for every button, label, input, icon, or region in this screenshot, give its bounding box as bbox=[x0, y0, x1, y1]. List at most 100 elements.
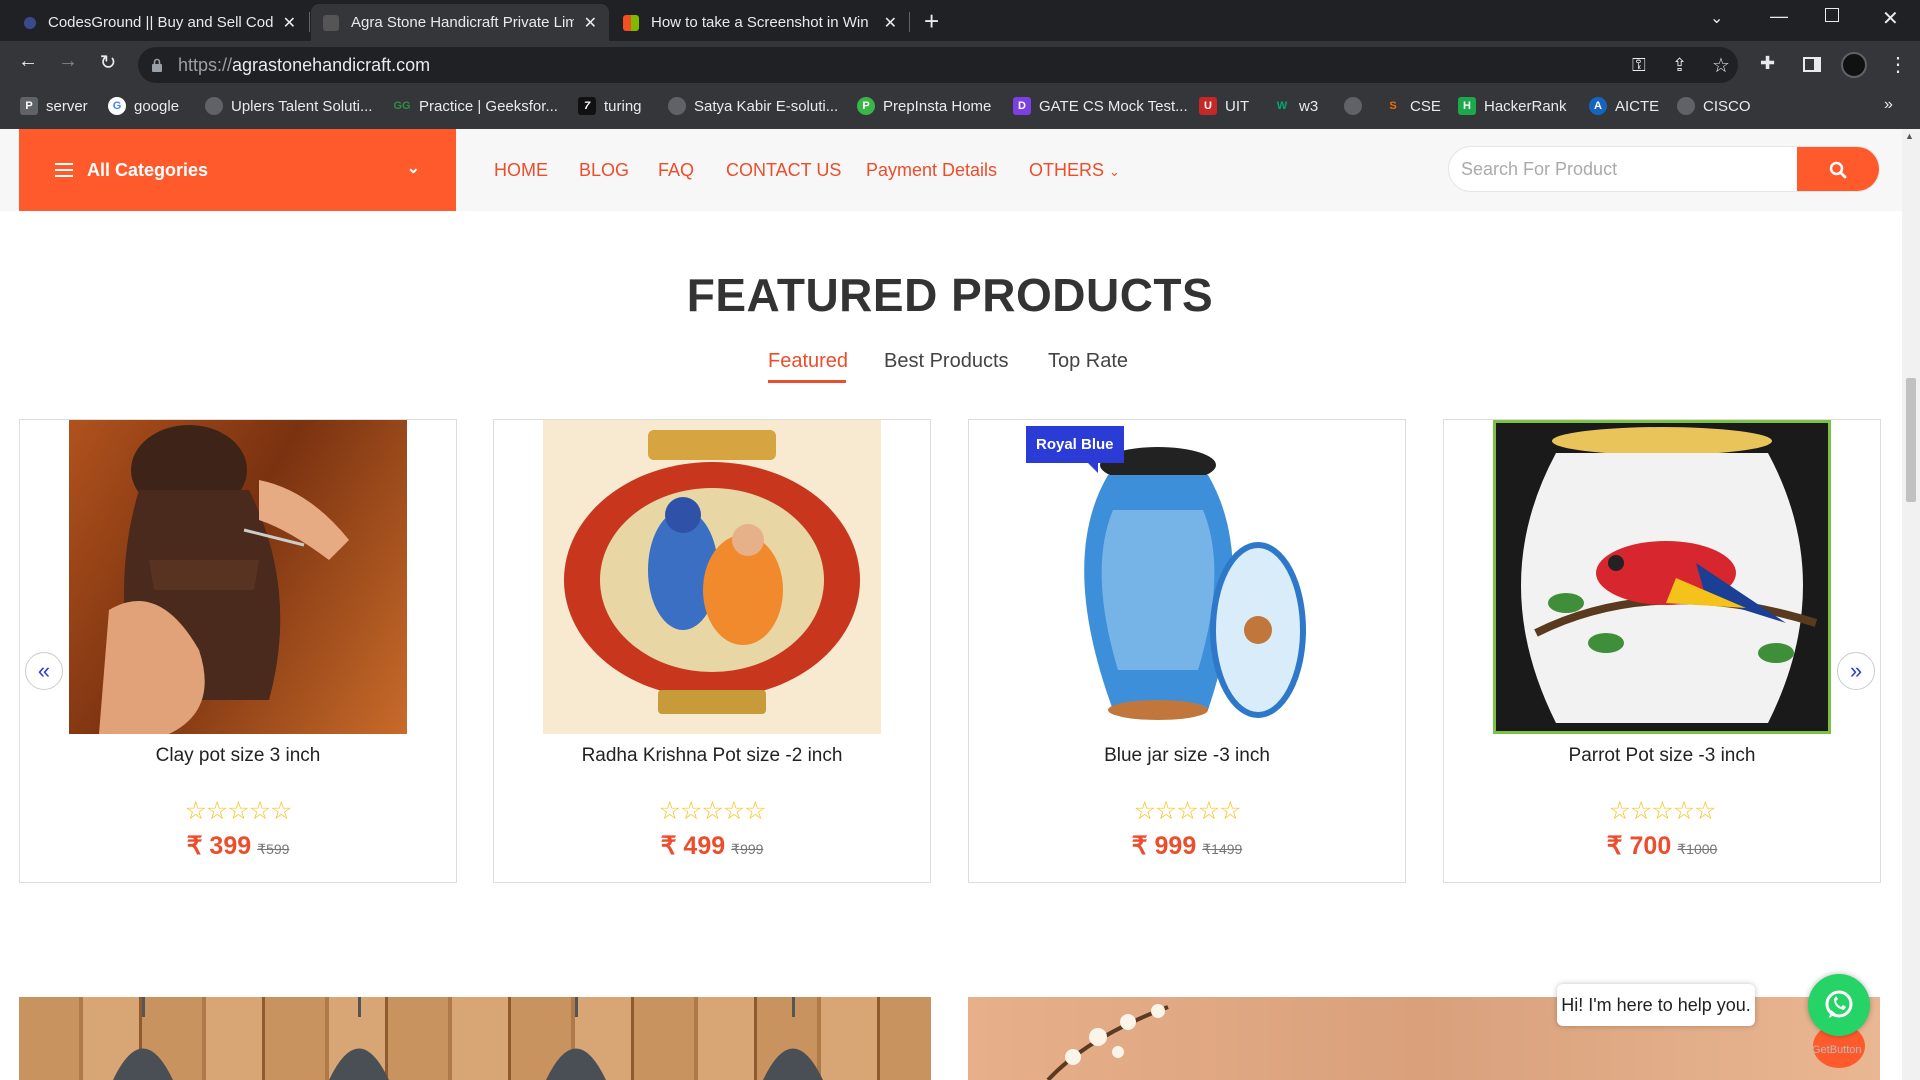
product-card-parrot-pot[interactable]: Parrot Pot size -3 inch ☆☆☆☆☆ ₹ 700 ₹1000 bbox=[1443, 419, 1881, 883]
maximize-icon[interactable] bbox=[1825, 8, 1839, 22]
bookmark-satya-kabir[interactable]: Satya Kabir E-soluti... bbox=[668, 97, 838, 115]
reload-icon[interactable]: ↻ bbox=[94, 50, 122, 75]
bookmark-google[interactable]: Ggoogle bbox=[108, 97, 179, 115]
browser-tab-codesground[interactable]: CodesGround || Buy and Sell Cod ✕ bbox=[8, 4, 308, 41]
bookmark-cisco[interactable]: CISCO bbox=[1677, 97, 1751, 115]
share-icon[interactable]: ⇪ bbox=[1672, 55, 1687, 76]
back-icon[interactable]: ← bbox=[14, 50, 42, 73]
bookmark-gate-mock[interactable]: D GATE CS Mock Test... bbox=[1013, 97, 1188, 115]
nav-blog[interactable]: BLOG bbox=[579, 160, 629, 181]
browser-tab-screenshot[interactable]: How to take a Screenshot in Win ✕ bbox=[611, 4, 909, 41]
bookmark-label: Satya Kabir E-soluti... bbox=[694, 97, 839, 115]
search-button[interactable] bbox=[1797, 147, 1879, 191]
tab-title: How to take a Screenshot in Win bbox=[651, 14, 869, 31]
forward-icon[interactable]: → bbox=[54, 50, 82, 73]
current-price: ₹ 700 bbox=[1606, 832, 1672, 860]
url-scheme: https:// bbox=[178, 55, 233, 75]
nav-others[interactable]: OTHERS ⌄ bbox=[1029, 160, 1120, 181]
aicte-icon: A bbox=[1589, 97, 1607, 115]
scroll-up-arrow-icon[interactable]: ▲ bbox=[1905, 131, 1914, 141]
new-tab-icon[interactable]: + bbox=[924, 6, 939, 37]
minimize-icon[interactable]: — bbox=[1770, 6, 1788, 27]
all-categories-label: All Categories bbox=[87, 159, 209, 180]
bookmark-label: HackerRank bbox=[1484, 97, 1567, 115]
tab-top-rate[interactable]: Top Rate bbox=[1048, 350, 1128, 373]
bookmark-server[interactable]: Pserver bbox=[20, 97, 88, 115]
tab-featured[interactable]: Featured bbox=[768, 350, 848, 373]
product-name[interactable]: Radha Krishna Pot size -2 inch bbox=[494, 745, 930, 767]
search-box bbox=[1448, 146, 1880, 192]
product-card-clay-pot[interactable]: Clay pot size 3 inch ☆☆☆☆☆ ₹ 399 ₹599 bbox=[19, 419, 457, 883]
more-bookmarks-icon[interactable]: » bbox=[1884, 96, 1893, 114]
tab-best-products[interactable]: Best Products bbox=[884, 350, 1009, 373]
clay-pot-image[interactable] bbox=[69, 420, 407, 734]
profile-avatar[interactable] bbox=[1841, 52, 1867, 78]
hamburger-icon bbox=[55, 159, 73, 181]
active-tab-underline bbox=[768, 380, 846, 383]
codesground-favicon-icon bbox=[24, 16, 36, 29]
product-name[interactable]: Blue jar size -3 inch bbox=[969, 745, 1405, 767]
bookmark-label: Uplers Talent Soluti... bbox=[231, 97, 373, 115]
whatsapp-button[interactable] bbox=[1808, 974, 1870, 1036]
all-categories-dropdown[interactable]: All Categories ⌄ bbox=[19, 129, 456, 211]
bookmark-hackerrank[interactable]: H HackerRank bbox=[1458, 97, 1567, 115]
scrollbar-thumb[interactable] bbox=[1906, 378, 1916, 502]
bookmark-aicte[interactable]: A AICTE bbox=[1589, 97, 1659, 115]
product-price: ₹ 499 ₹999 bbox=[494, 831, 930, 861]
password-key-icon[interactable]: ⚿ bbox=[1632, 55, 1646, 76]
bookmark-prepinsta[interactable]: P PrepInsta Home bbox=[857, 97, 991, 115]
chat-help-bubble[interactable]: Hi! I'm here to help you. bbox=[1557, 984, 1755, 1026]
url-text[interactable]: https://agrastonehandicraft.com bbox=[178, 55, 430, 76]
old-price: ₹1499 bbox=[1202, 841, 1243, 857]
product-name[interactable]: Clay pot size 3 inch bbox=[20, 745, 456, 767]
nav-contact-us[interactable]: CONTACT US bbox=[726, 160, 841, 181]
featured-products-heading: FEATURED PRODUCTS bbox=[686, 269, 1214, 321]
nav-payment-details[interactable]: Payment Details bbox=[866, 160, 997, 181]
close-tab-icon[interactable]: ✕ bbox=[884, 13, 897, 33]
bookmark-w3[interactable]: Ww3 bbox=[1273, 97, 1318, 115]
bookmark-label: google bbox=[134, 97, 180, 115]
chevron-down-icon: ⌄ bbox=[1109, 164, 1120, 179]
bookmark-unnamed[interactable] bbox=[1344, 97, 1370, 115]
product-name[interactable]: Parrot Pot size -3 inch bbox=[1444, 745, 1880, 767]
carousel-next-button[interactable]: » bbox=[1837, 652, 1875, 690]
product-card-blue-jar[interactable]: Royal Blue Blue jar size -3 inch ☆☆☆☆☆ ₹… bbox=[968, 419, 1406, 883]
double-chevron-left-icon: « bbox=[37, 658, 51, 683]
close-tab-icon[interactable]: ✕ bbox=[283, 13, 296, 33]
rating-stars: ☆☆☆☆☆ bbox=[1133, 797, 1241, 825]
bookmark-geeksforgeeks[interactable]: GG Practice | Geeksfor... bbox=[393, 97, 558, 115]
carousel-prev-button[interactable]: « bbox=[25, 652, 63, 690]
gate-icon: D bbox=[1013, 97, 1031, 115]
bookmark-label: UIT bbox=[1225, 97, 1250, 115]
bookmark-uit[interactable]: U UIT bbox=[1199, 97, 1249, 115]
close-window-icon[interactable]: ✕ bbox=[1882, 6, 1899, 31]
side-panel-icon[interactable] bbox=[1803, 57, 1821, 72]
whatsapp-icon bbox=[1825, 990, 1853, 1018]
product-card-radha-krishna-pot[interactable]: Radha Krishna Pot size -2 inch ☆☆☆☆☆ ₹ 4… bbox=[493, 419, 931, 883]
bookmark-label: Practice | Geeksfor... bbox=[419, 97, 558, 115]
product-price: ₹ 999 ₹1499 bbox=[969, 831, 1405, 861]
search-input[interactable] bbox=[1461, 147, 1791, 191]
microsoft-favicon-icon bbox=[623, 14, 639, 31]
bookmark-cse[interactable]: S CSE bbox=[1384, 97, 1441, 115]
nav-home[interactable]: HOME bbox=[494, 160, 548, 181]
cse-icon: S bbox=[1389, 100, 1397, 112]
bookmark-uplers[interactable]: Uplers Talent Soluti... bbox=[205, 97, 372, 115]
parrot-pot-image[interactable] bbox=[1493, 420, 1831, 734]
browser-menu-icon[interactable]: ⋮ bbox=[1888, 52, 1908, 77]
bookmark-star-icon[interactable]: ☆ bbox=[1712, 53, 1730, 78]
lock-icon[interactable] bbox=[152, 58, 162, 72]
blue-jar-image[interactable]: Royal Blue bbox=[1018, 420, 1356, 734]
extensions-puzzle-icon[interactable]: ✚ bbox=[1760, 53, 1775, 74]
nav-faq[interactable]: FAQ bbox=[658, 160, 694, 181]
browser-tab-agra-stone[interactable]: Agra Stone Handicraft Private Lim ✕ bbox=[311, 4, 609, 41]
bookmark-turing[interactable]: 7 turing bbox=[578, 97, 642, 115]
lamps-banner[interactable] bbox=[19, 997, 931, 1080]
bookmark-label: server bbox=[46, 97, 88, 115]
page-scrollbar[interactable] bbox=[1902, 129, 1920, 1080]
close-tab-icon[interactable]: ✕ bbox=[584, 13, 597, 33]
turing-icon: 7 bbox=[578, 97, 596, 115]
rating-stars: ☆☆☆☆☆ bbox=[658, 797, 766, 825]
tab-search-chevron-icon[interactable]: ⌄ bbox=[1710, 8, 1723, 28]
radha-krishna-pot-image[interactable] bbox=[543, 420, 881, 734]
